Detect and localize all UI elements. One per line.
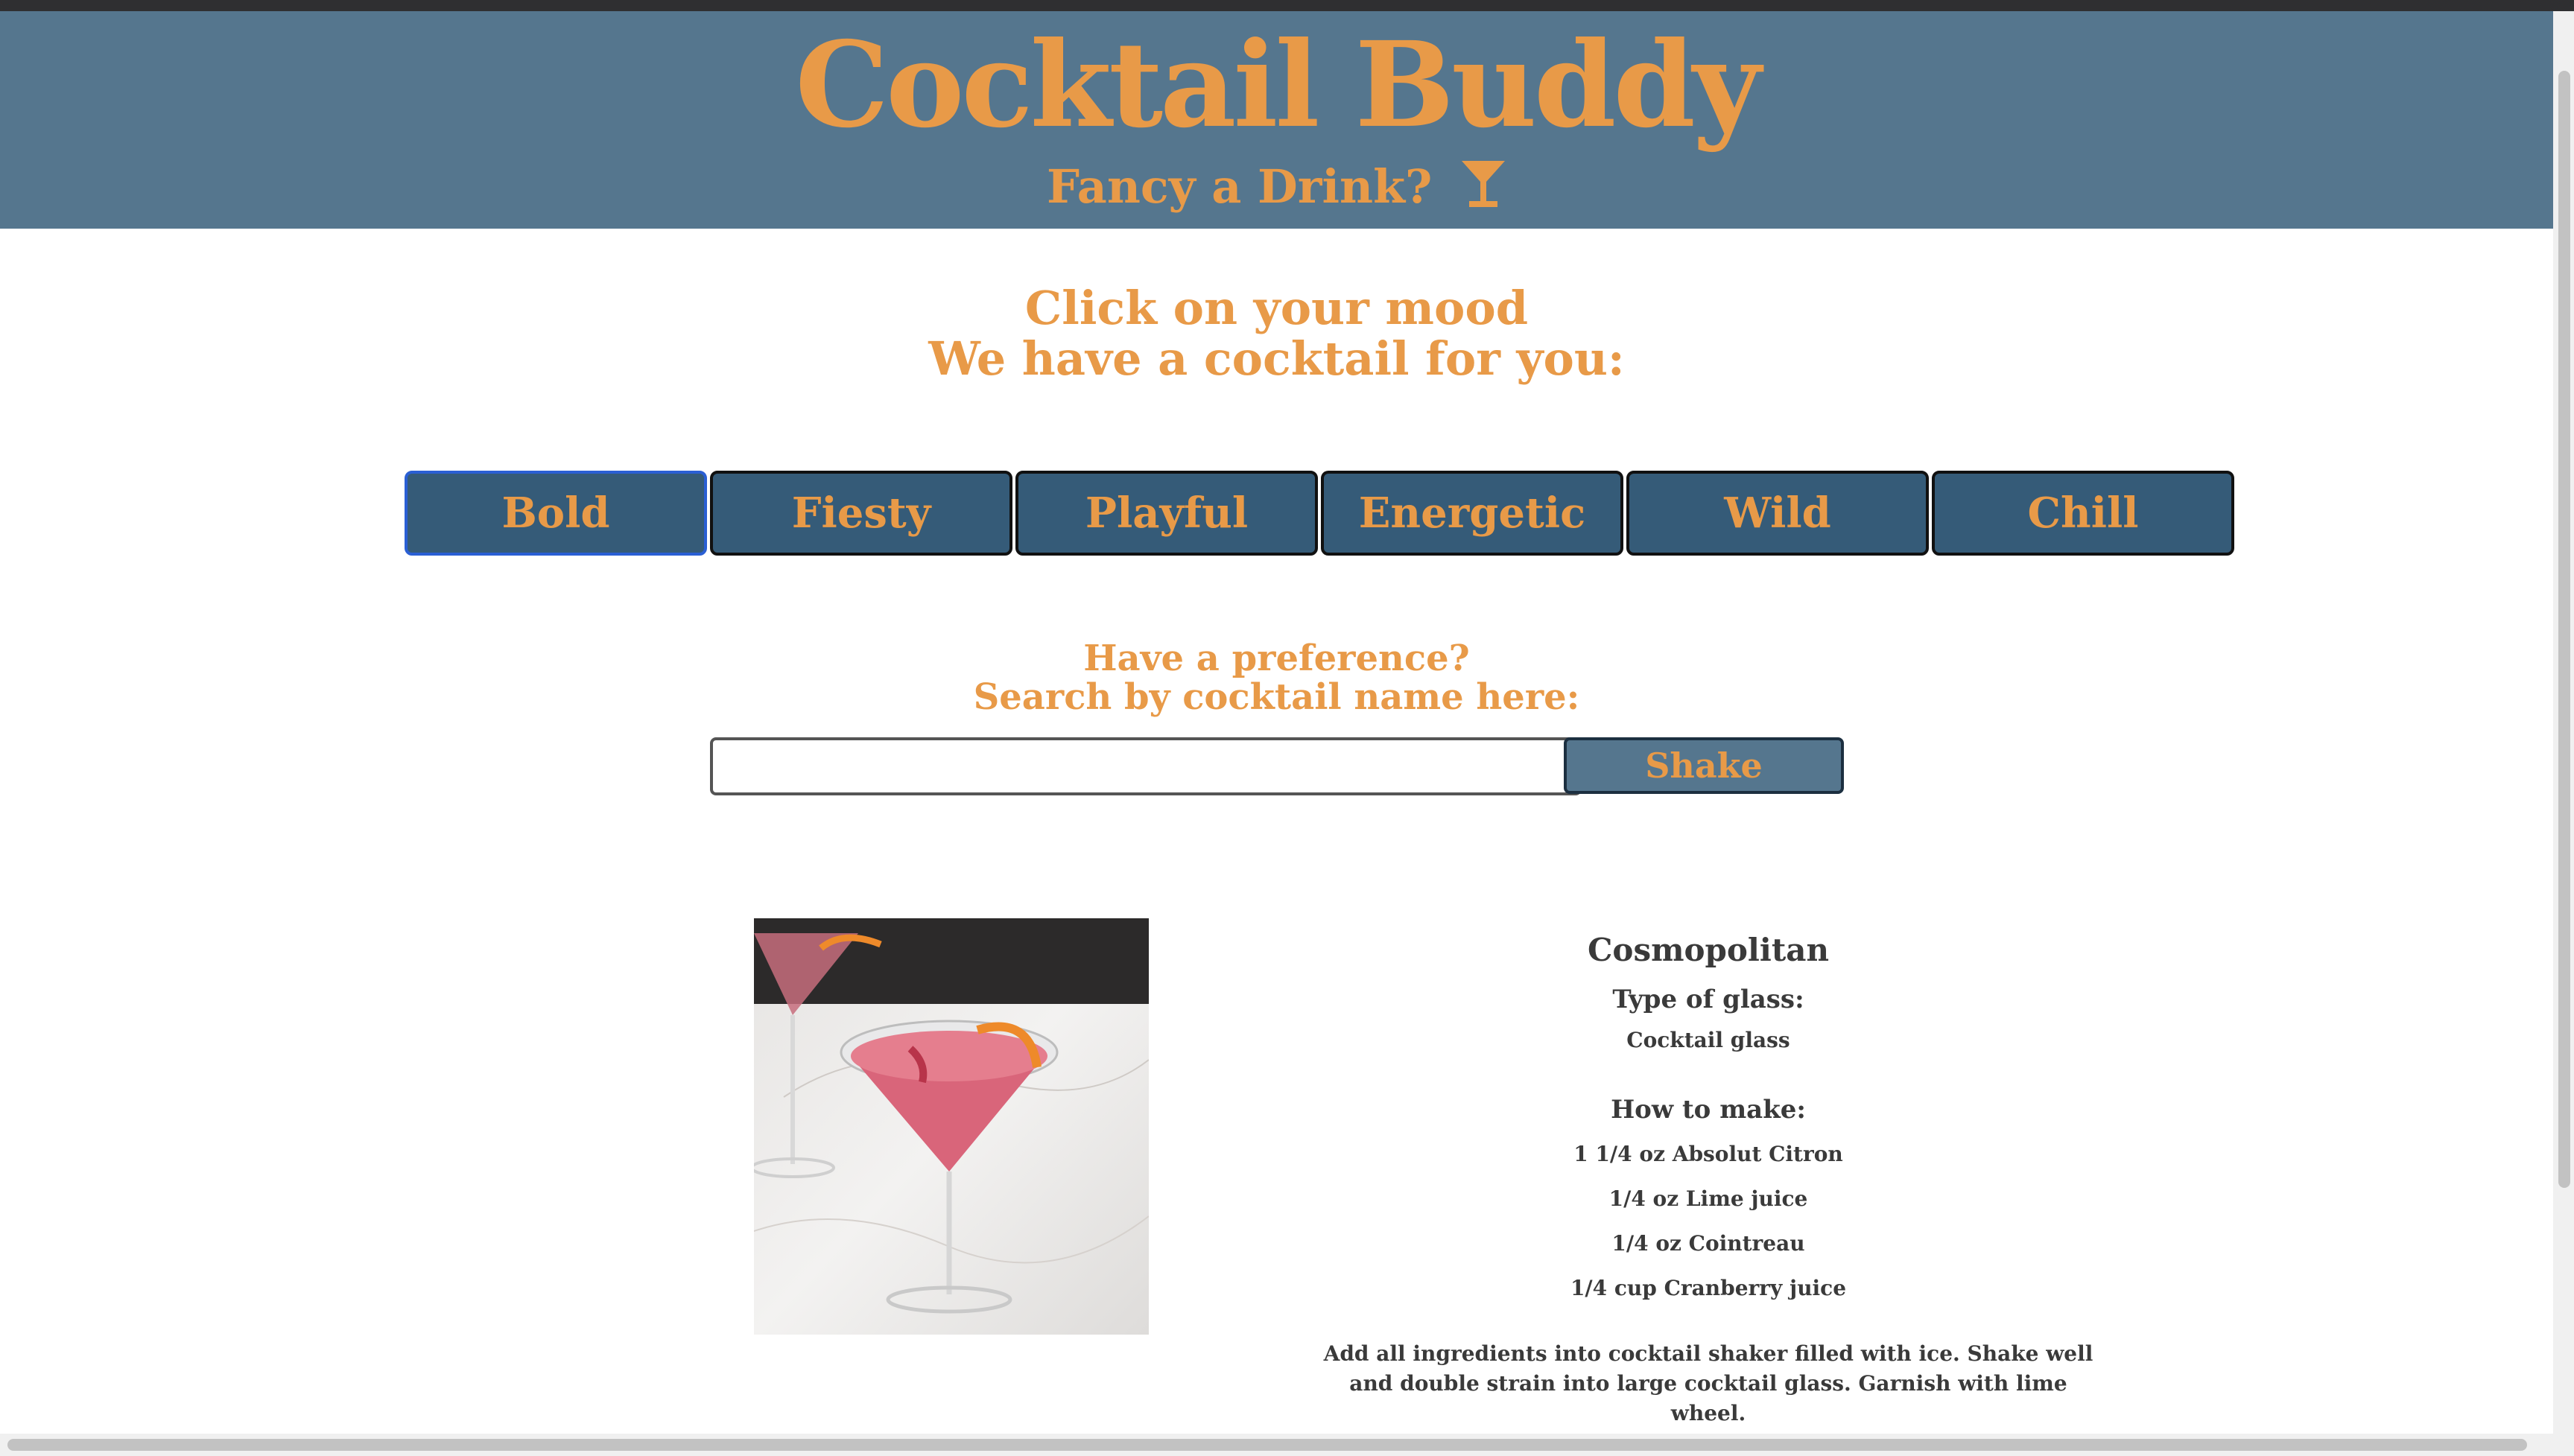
mood-button-fiesty[interactable]: Fiesty (710, 471, 1012, 556)
horizontal-scrollbar-thumb[interactable] (7, 1439, 2527, 1451)
mood-button-bold[interactable]: Bold (405, 471, 707, 556)
cocktail-details: Cosmopolitan Type of glass: Cocktail gla… (1267, 923, 2150, 1428)
ingredient-item: 1/4 oz Cointreau (1611, 1231, 1805, 1256)
ingredient-item: 1/4 cup Cranberry juice (1570, 1276, 1847, 1300)
cocktail-image (754, 918, 1149, 1335)
mood-button-group: Bold Fiesty Playful Energetic Wild Chill (405, 471, 2237, 556)
martini-glass-icon (1460, 159, 1506, 223)
browser-top-bar (0, 0, 2574, 11)
cocktail-name: Cosmopolitan (1588, 932, 1829, 968)
ingredient-item: 1 1/4 oz Absolut Citron (1573, 1142, 1843, 1166)
tagline: Fancy a Drink? (0, 157, 2553, 223)
mood-heading-line2: We have a cocktail for you: (928, 331, 1625, 386)
search-heading-line2: Search by cocktail name here: (973, 676, 1580, 718)
mood-button-wild[interactable]: Wild (1626, 471, 1929, 556)
cocktail-search-input[interactable] (710, 737, 1582, 795)
search-heading-line1: Have a preference? (1083, 638, 1470, 679)
how-to-make-label: How to make: (1611, 1095, 1806, 1125)
glass-type-value: Cocktail glass (1626, 1028, 1790, 1052)
mood-heading-line1: Click on your mood (1024, 281, 1529, 335)
mood-heading: Click on your mood We have a cocktail fo… (0, 283, 2553, 384)
search-heading: Have a preference? Search by cocktail na… (0, 639, 2553, 716)
mood-button-chill[interactable]: Chill (1932, 471, 2234, 556)
shake-button[interactable]: Shake (1564, 737, 1844, 794)
vertical-scrollbar-thumb[interactable] (2558, 71, 2570, 1188)
site-header: Cocktail Buddy Fancy a Drink? (0, 11, 2553, 229)
ingredient-item: 1/4 oz Lime juice (1608, 1186, 1808, 1211)
cocktail-instructions: Add all ingredients into cocktail shaker… (1323, 1341, 2093, 1425)
glass-type-label: Type of glass: (1612, 985, 1804, 1014)
mood-button-energetic[interactable]: Energetic (1321, 471, 1623, 556)
mood-button-playful[interactable]: Playful (1015, 471, 1318, 556)
tagline-text: Fancy a Drink? (1047, 159, 1433, 214)
site-title: Cocktail Buddy (795, 16, 1760, 154)
